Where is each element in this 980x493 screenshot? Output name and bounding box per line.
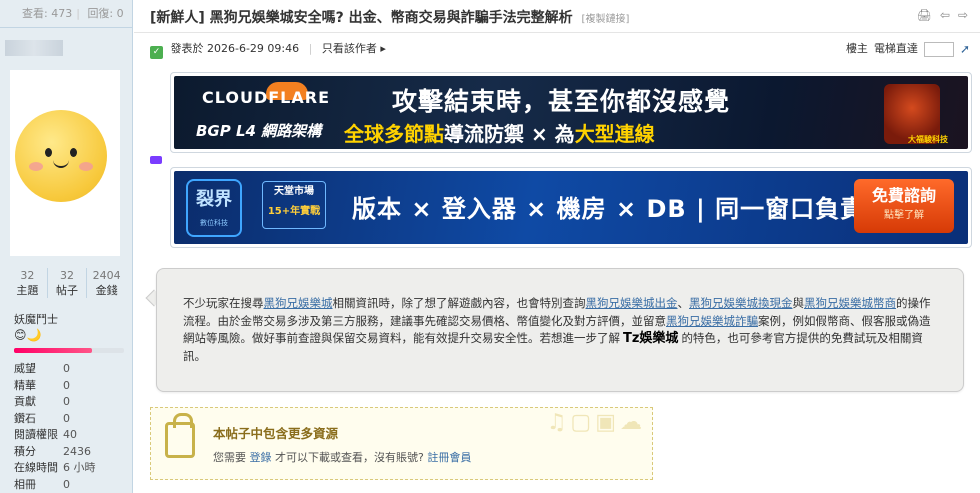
free-consult-button[interactable]: 免費諮詢 點擊了解 xyxy=(854,179,954,233)
profile-row: 在線時間 6 小時 xyxy=(14,460,124,477)
only-author-link[interactable]: 只看該作者 ▸ xyxy=(322,42,386,55)
server-service-ad-banner[interactable]: 裂界 數位科技 天堂市場 15+年實戰 版本 × 登入器 × 機房 × DB |… xyxy=(170,167,972,248)
post-content: [新鮮人] 黑狗兄娛樂城安全嗎? 出金、幣商交易與詐騙手法完整解析 [複製鏈接]… xyxy=(134,0,980,493)
profile-row: 閱讀權限 40 xyxy=(14,427,124,444)
profile-value: 40 xyxy=(63,428,77,441)
profile-key: 貢獻 xyxy=(14,395,36,408)
author-counts: 32 主題 32 帖子 2404 金錢 xyxy=(8,268,126,298)
post-date: 發表於 2026-6-29 09:46 xyxy=(170,42,300,55)
profile-key: 在線時間 xyxy=(14,461,58,474)
post-info-bar: ✓ 發表於 2026-6-29 09:46 | 只看該作者 ▸ 樓主 電梯直達 … xyxy=(150,40,970,59)
profile-key: 積分 xyxy=(14,444,36,458)
highlight-text: Tz娛樂城 xyxy=(623,331,679,346)
thread-tools: 🖨 ⇦ ⇨ xyxy=(917,8,968,22)
keyword-link[interactable]: 黑狗兄娛樂城 xyxy=(264,296,333,310)
profile-row: 鑽石 0 xyxy=(14,411,124,428)
profile-key: 鑽石 xyxy=(14,411,36,425)
profile-key: 相冊 xyxy=(14,477,36,491)
count-money[interactable]: 2404 金錢 xyxy=(87,268,126,298)
locked-content-box: 本帖子中包含更多資源 您需要 登錄 才可以下載或查看，沒有賬號? 註冊會員 ♫▢… xyxy=(150,407,653,480)
lock-icon xyxy=(165,413,195,458)
locked-message: 您需要 登錄 才可以下載或查看，沒有賬號? 註冊會員 xyxy=(213,451,472,464)
prev-thread-icon[interactable]: ⇦ xyxy=(940,8,950,22)
replies-count: 0 xyxy=(116,7,124,20)
banner1-tagline: 全球多節點導流防禦 × 為大型連線 xyxy=(344,122,655,146)
online-status-icon: ✓ xyxy=(150,46,163,59)
ad-badge-icon xyxy=(150,156,162,164)
profile-value: 0 xyxy=(63,477,70,491)
banner2-headline: 版本 × 登入器 × 機房 × DB | 同一窗口負責到底 xyxy=(352,195,916,223)
thread-stats: 查看: 473 | 回復: 0 xyxy=(0,0,132,28)
author-username-redacted[interactable] xyxy=(5,40,63,56)
count-posts[interactable]: 32 帖子 xyxy=(48,268,88,298)
keyword-link[interactable]: 黑狗兄娛樂城詐騙 xyxy=(666,314,758,328)
floor-nav: 樓主 電梯直達 ➚ xyxy=(846,40,970,58)
profile-row: 威望 0 xyxy=(14,361,124,378)
go-arrow-icon[interactable]: ➚ xyxy=(960,40,970,58)
profile-row: 精華 0 xyxy=(14,378,124,395)
profile-list: 威望 0 精華 0 貢獻 0 鑽石 0 閱讀權限 40 積分 2436 在線時間 6 小時相冊 0 xyxy=(14,361,124,493)
banner1-subtitle: BGP L4 網路架構 xyxy=(196,122,322,140)
views-label: 查看: xyxy=(22,7,48,20)
register-link[interactable]: 註冊會員 xyxy=(427,451,471,464)
resource-icons-decoration: ♫▢▣☁ xyxy=(546,410,646,435)
count-threads[interactable]: 32 主題 xyxy=(8,268,48,298)
keyword-link[interactable]: 黑狗兄娛樂城幣商 xyxy=(804,296,896,310)
medal-icons: 😊🌙 xyxy=(14,328,42,342)
author-sidebar: 查看: 473 | 回復: 0 32 主題 32 帖子 2404 金錢 妖魔鬥士 … xyxy=(0,0,133,493)
profile-value: 2436 xyxy=(63,444,91,458)
profile-value: 0 xyxy=(63,362,70,375)
thread-title-bar: [新鮮人] 黑狗兄娛樂城安全嗎? 出金、幣商交易與詐騙手法完整解析 [複製鏈接]… xyxy=(134,0,980,33)
cloudflare-ad-banner[interactable]: CLOUDFLARE BGP L4 網路架構 攻擊結束時，甚至你都沒感覺 全球多… xyxy=(170,72,972,153)
floor-jump-input[interactable] xyxy=(923,41,954,57)
profile-key: 閱讀權限 xyxy=(14,428,58,441)
banner1-headline: 攻擊結束時，甚至你都沒感覺 xyxy=(392,87,731,116)
post-body-quote: 不少玩家在搜尋黑狗兄娛樂城相關資訊時，除了想了解遊戲內容，也會特別查詢黑狗兄娛樂… xyxy=(156,268,964,392)
banner2-market-badge: 天堂市場 15+年實戰 xyxy=(262,181,326,229)
profile-key: 精華 xyxy=(14,378,36,392)
cloudflare-logo: CLOUDFLARE xyxy=(202,88,330,107)
profile-value: 0 xyxy=(63,378,70,392)
profile-key: 威望 xyxy=(14,362,36,375)
next-thread-icon[interactable]: ⇨ xyxy=(958,8,968,22)
banner2-logo: 裂界 數位科技 xyxy=(186,179,242,237)
level-progress-fill xyxy=(14,348,93,353)
level-progress-bar xyxy=(14,348,124,353)
profile-value: 0 xyxy=(63,411,70,425)
replies-label: 回復: xyxy=(87,7,114,20)
smiley-avatar-icon xyxy=(15,110,107,202)
avatar[interactable] xyxy=(10,70,120,256)
locked-title: 本帖子中包含更多資源 xyxy=(213,426,339,441)
page-title: [新鮮人] 黑狗兄娛樂城安全嗎? 出金、幣商交易與詐騙手法完整解析 [複製鏈接] xyxy=(150,10,630,26)
profile-row: 相冊 0 xyxy=(14,477,124,493)
floor-label: 樓主 xyxy=(845,42,868,55)
profile-row: 積分 2436 xyxy=(14,444,124,461)
user-group[interactable]: 妖魔鬥士 xyxy=(14,311,58,327)
banner1-brand: 大福駿科技 xyxy=(908,135,948,144)
profile-value: 0 xyxy=(63,395,70,408)
keyword-link[interactable]: 黑狗兄娛樂城換現金 xyxy=(689,296,793,310)
login-link[interactable]: 登錄 xyxy=(250,451,272,464)
profile-value: 6 小時 xyxy=(63,461,96,474)
elevator-label: 電梯直達 xyxy=(873,42,918,55)
copy-link-button[interactable]: [複製鏈接] xyxy=(582,14,630,25)
profile-row: 貢獻 0 xyxy=(14,394,124,411)
keyword-link[interactable]: 黑狗兄娛樂城出金 xyxy=(586,296,678,310)
print-icon[interactable]: 🖨 xyxy=(917,8,932,22)
views-count: 473 xyxy=(51,7,73,20)
